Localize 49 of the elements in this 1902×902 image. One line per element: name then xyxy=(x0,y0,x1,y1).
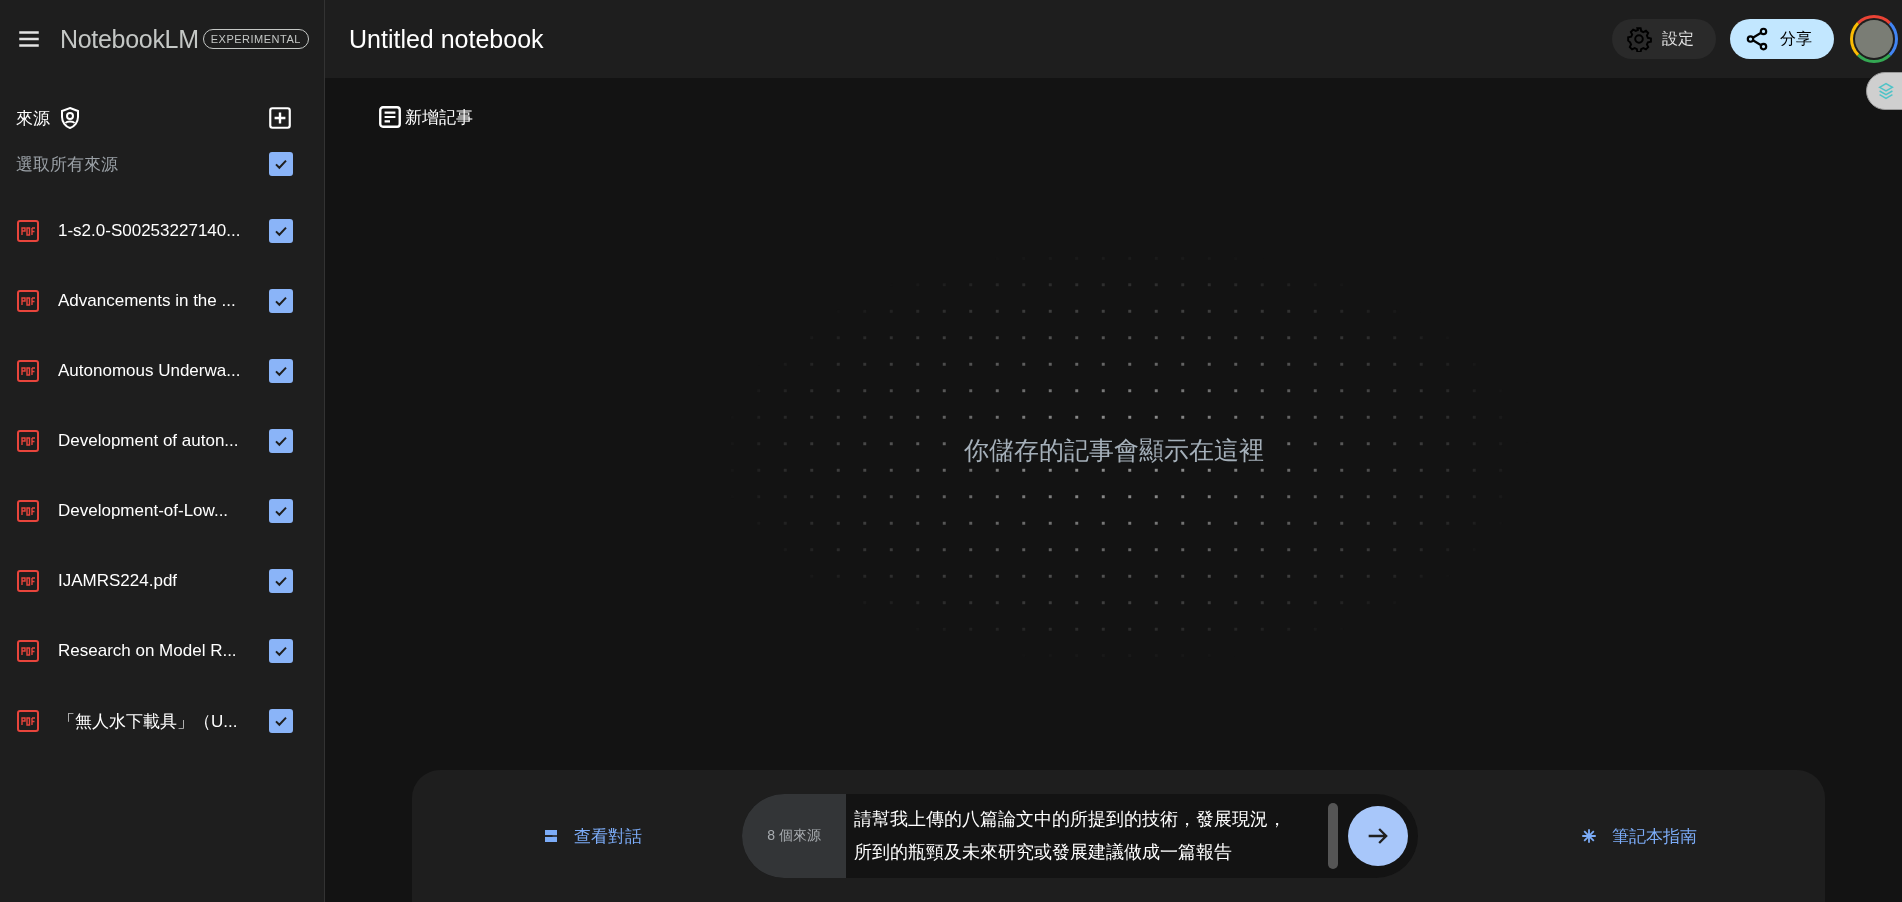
plus-icon xyxy=(267,105,293,131)
asterisk-icon xyxy=(1580,827,1598,845)
pdf-icon xyxy=(16,499,40,523)
pdf-icon xyxy=(16,289,40,313)
scrollbar[interactable] xyxy=(1328,803,1338,869)
pdf-icon xyxy=(16,569,40,593)
settings-button[interactable]: 設定 xyxy=(1612,19,1716,59)
checkbox[interactable] xyxy=(269,499,293,523)
layers-icon xyxy=(1875,80,1897,102)
settings-icon xyxy=(1626,26,1652,52)
share-button[interactable]: 分享 xyxy=(1730,19,1834,59)
checkbox[interactable] xyxy=(269,639,293,663)
checkbox[interactable] xyxy=(269,359,293,383)
add-source-button[interactable] xyxy=(267,105,293,131)
source-name[interactable]: 1-s2.0-S00253227140... xyxy=(58,221,269,241)
checkbox[interactable] xyxy=(269,219,293,243)
sources-title: 來源 xyxy=(16,107,50,130)
checkbox[interactable] xyxy=(269,709,293,733)
checkbox[interactable] xyxy=(269,569,293,593)
app-logo: NotebookLM xyxy=(60,24,199,54)
pdf-icon xyxy=(16,359,40,383)
chat-icon xyxy=(542,827,560,845)
source-name[interactable]: 「無人水下載具」（U... xyxy=(58,709,269,733)
source-name[interactable]: Advancements in the ... xyxy=(58,291,269,311)
view-chat-button[interactable]: 查看對話 xyxy=(542,824,642,848)
source-name[interactable]: Autonomous Underwa... xyxy=(58,361,269,381)
source-name[interactable]: Research on Model R... xyxy=(58,641,269,661)
pdf-icon xyxy=(16,639,40,663)
source-name[interactable]: Development-of-Low... xyxy=(58,501,269,521)
pdf-icon xyxy=(16,429,40,453)
extension-button[interactable] xyxy=(1866,72,1902,110)
pdf-icon xyxy=(16,709,40,733)
source-count-chip[interactable]: 8 個來源 xyxy=(742,794,846,878)
pdf-icon xyxy=(16,219,40,243)
checkbox[interactable] xyxy=(269,289,293,313)
notebook-guide-button[interactable]: 筆記本指南 xyxy=(1580,824,1697,848)
checkbox[interactable] xyxy=(269,152,293,176)
select-all-label: 選取所有來源 xyxy=(16,153,119,176)
send-button[interactable] xyxy=(1348,806,1408,866)
checkbox[interactable] xyxy=(269,429,293,453)
add-note-button[interactable]: 新增記事 xyxy=(377,104,473,130)
shield-icon xyxy=(58,106,82,130)
notebook-title: Untitled notebook xyxy=(349,24,545,54)
note-icon xyxy=(377,104,403,130)
source-name[interactable]: Development of auton... xyxy=(58,431,269,451)
source-name[interactable]: IJAMRS224.pdf xyxy=(58,571,269,591)
share-icon xyxy=(1744,26,1770,52)
avatar[interactable] xyxy=(1850,15,1898,63)
input-field[interactable]: 請幫我上傳的八篇論文中的所提到的技術，發展現況，所到的瓶頸及未來研究或發展建議做成一篇報告 xyxy=(846,803,1302,869)
